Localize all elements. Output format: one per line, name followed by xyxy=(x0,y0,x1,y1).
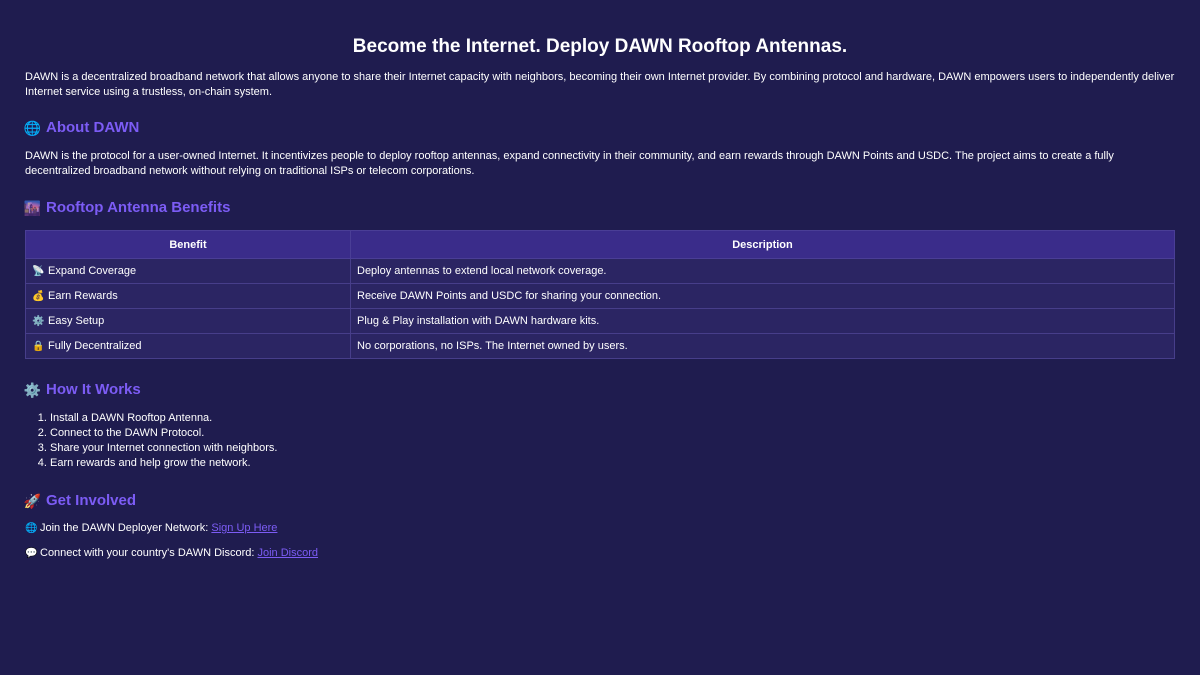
table-row: 📡 Expand Coverage Deploy antennas to exte… xyxy=(25,258,1175,284)
table-row: 🔒 Fully Decentralized No corporations, no… xyxy=(25,333,1175,359)
description-cell: No corporations, no ISPs. The Internet o… xyxy=(350,333,1175,359)
lock-icon: 🔒 xyxy=(32,341,45,352)
column-header-benefit: Benefit xyxy=(25,230,351,259)
benefits-table: Benefit Description 📡 Expand Coverage Dep… xyxy=(25,230,1175,359)
benefits-heading: 🌆 Rooftop Antenna Benefits xyxy=(23,199,1175,217)
description-cell: Plug & Play installation with DAWN hardw… xyxy=(350,308,1175,334)
about-paragraph: DAWN is the protocol for a user-owned In… xyxy=(25,150,1114,177)
intro-paragraph: DAWN is a decentralized broadband networ… xyxy=(25,71,1175,98)
join-discord-link[interactable]: Join Discord xyxy=(257,547,318,559)
gear-icon: ⚙️ xyxy=(32,316,45,327)
sign-up-link[interactable]: Sign Up Here xyxy=(211,522,277,534)
gear-icon: ⚙️ xyxy=(23,382,42,398)
steps-list: Install a DAWN Rooftop Antenna. Connect … xyxy=(25,411,1175,471)
benefit-label: Earn Rewards xyxy=(48,290,118,302)
benefit-cell: 🔒 Fully Decentralized xyxy=(25,333,351,359)
benefit-label: Expand Coverage xyxy=(48,265,137,277)
get-involved-heading: 🚀 Get Involved xyxy=(23,492,1175,510)
table-row: ⚙️ Easy Setup Plug & Play installation wi… xyxy=(25,308,1175,334)
description-cell: Receive DAWN Points and USDC for sharing… xyxy=(350,283,1175,309)
cityscape-icon: 🌆 xyxy=(23,200,42,216)
satellite-antenna-icon: 📡 xyxy=(32,266,45,277)
benefits-heading-text: Rooftop Antenna Benefits xyxy=(46,199,231,216)
benefit-cell: 📡 Expand Coverage xyxy=(25,258,351,284)
discord-text: Connect with your country's DAWN Discord… xyxy=(40,547,258,559)
money-bag-icon: 💰 xyxy=(32,291,45,302)
how-it-works-heading: ⚙️ How It Works xyxy=(23,381,1175,399)
get-involved-heading-text: Get Involved xyxy=(46,492,137,509)
table-header-row: Benefit Description xyxy=(25,230,1175,259)
rocket-icon: 🚀 xyxy=(23,493,42,509)
list-item: Earn rewards and help grow the network. xyxy=(50,456,1175,471)
description-cell: Deploy antennas to extend local network … xyxy=(350,258,1175,284)
discord-line: 💬 Connect with your country's DAWN Discor… xyxy=(25,546,1175,561)
page-title: Become the Internet. Deploy DAWN Rooftop… xyxy=(352,36,848,57)
column-header-description: Description xyxy=(350,230,1175,259)
benefit-cell: 💰 Earn Rewards xyxy=(25,283,351,309)
benefit-cell: ⚙️ Easy Setup xyxy=(25,308,351,334)
page: Become the Internet. Deploy DAWN Rooftop… xyxy=(0,0,1200,675)
table-row: 💰 Earn Rewards Receive DAWN Points and US… xyxy=(25,283,1175,309)
how-it-works-heading-text: How It Works xyxy=(46,381,141,398)
benefit-label: Fully Decentralized xyxy=(48,340,142,352)
deployer-line: 🌐 Join the DAWN Deployer Network: Sign Up… xyxy=(25,521,1175,536)
deployer-text: Join the DAWN Deployer Network: xyxy=(40,522,212,534)
globe-icon: 🌐 xyxy=(23,120,42,136)
list-item: Connect to the DAWN Protocol. xyxy=(50,426,1175,441)
speech-bubble-icon: 💬 xyxy=(25,548,38,559)
list-item: Share your Internet connection with neig… xyxy=(50,441,1175,456)
about-heading-text: About DAWN xyxy=(46,119,140,136)
list-item: Install a DAWN Rooftop Antenna. xyxy=(50,411,1175,426)
benefit-label: Easy Setup xyxy=(48,315,105,327)
globe-icon: 🌐 xyxy=(25,523,38,534)
about-heading: 🌐 About DAWN xyxy=(23,119,1175,137)
